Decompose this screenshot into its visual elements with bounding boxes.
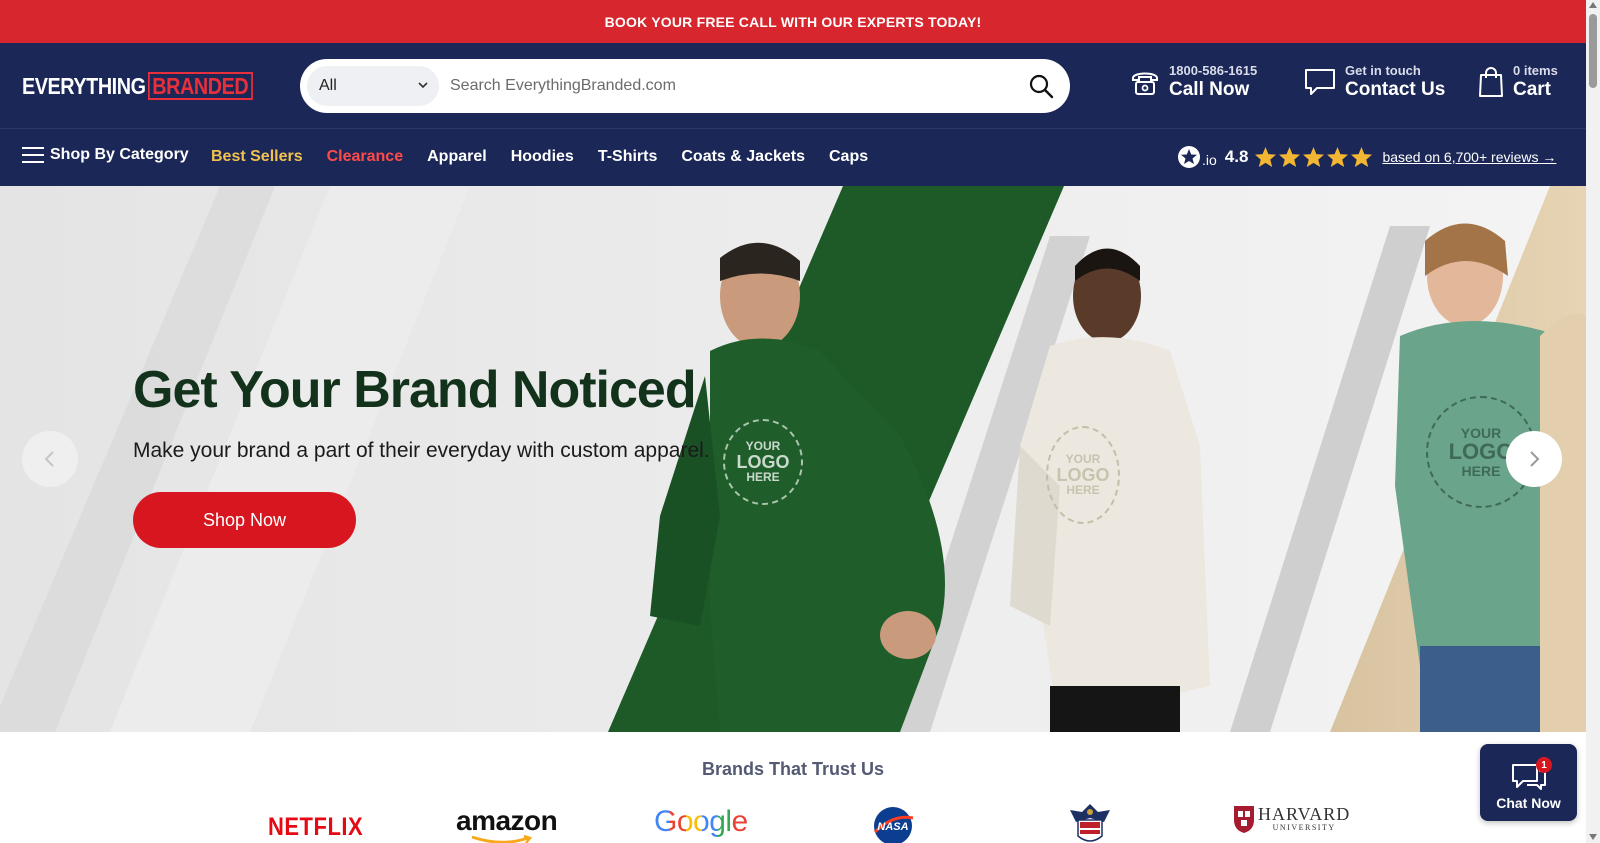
site-header: EVERYTHING BRANDED All 1800-586-1615 Cal… [0,43,1586,128]
call-now-link[interactable]: 1800-586-1615 Call Now [1129,63,1257,101]
google-wordmark: Google [654,805,748,838]
nav-links: Best Sellers Clearance Apparel Hoodies T… [211,148,892,166]
nav-link-coats-jackets[interactable]: Coats & Jackets [681,148,805,166]
rating-stars [1254,146,1374,168]
hamburger-menu-icon [22,147,44,163]
amazon-smile-icon [471,835,533,843]
chevron-down-icon [418,82,428,89]
logo-placeholder-line1: YOUR [745,438,781,453]
site-logo[interactable]: EVERYTHING BRANDED [22,71,269,101]
phone-icon [1132,72,1158,95]
chat-notification-badge: 1 [1536,757,1552,773]
harvard-shield-icon [1234,806,1254,833]
chat-now-label: Chat Now [1496,795,1561,811]
reviews-io-logo-icon [1178,146,1200,168]
reviews-link[interactable]: based on 6,700+ reviews → [1382,149,1556,165]
hero-title: Get Your Brand Noticed [133,361,697,419]
logo-placeholder-line3: HERE [1066,483,1100,498]
nav-link-caps[interactable]: Caps [829,148,868,166]
logo-placeholder-line1: YOUR [1460,424,1502,441]
scroll-up-arrow-icon[interactable] [1589,2,1597,8]
brand-logo-nasa: NASA [873,807,914,843]
shop-by-category-button[interactable]: Shop By Category [22,145,189,165]
announcement-bar[interactable]: BOOK YOUR FREE CALL WITH OUR EXPERTS TOD… [0,0,1586,43]
brands-section-title: Brands That Trust Us [701,759,885,779]
main-nav: Shop By Category Best Sellers Clearance … [0,128,1586,186]
nasa-wordmark: NASA [877,821,908,833]
scroll-down-arrow-icon[interactable] [1589,834,1597,840]
reviews-rating: .io 4.8 based on 6,700+ reviews → [1177,145,1556,169]
search-input[interactable] [450,71,990,101]
phone-number: 1800-586-1615 [1169,63,1258,78]
chevron-left-icon [44,451,54,467]
nav-link-best-sellers[interactable]: Best Sellers [211,148,303,166]
amazon-wordmark: amazon [456,805,558,836]
cart-count: 0 items [1513,63,1558,78]
cart-label: Cart [1513,79,1552,100]
logo-placeholder-line2: LOGO [1448,439,1514,465]
harvard-wordmark: HARVARD [1258,804,1351,824]
brand-logo-netflix: NETFLIX [268,812,364,841]
star-icon [1327,146,1349,168]
chat-bubble-icon [1305,69,1335,95]
harvard-subtitle: UNIVERSITY [1272,823,1336,832]
nav-link-t-shirts[interactable]: T-Shirts [598,148,658,166]
search-category-value: All [319,77,337,94]
contact-us-link[interactable]: Get in touch Contact Us [1303,63,1445,101]
logo-text-everything: EVERYTHING [22,72,146,99]
rating-score: 4.8 [1224,147,1249,166]
logo-placeholder-line3: HERE [746,470,780,485]
star-icon [1255,146,1277,168]
star-icon [1303,146,1325,168]
carousel-prev-button[interactable] [22,431,78,487]
reviews-io-suffix: .io [1202,152,1217,168]
chevron-right-icon [1530,451,1540,467]
logo-placeholder-line2: LOGO [1056,464,1110,485]
shop-by-category-label: Shop By Category [50,146,189,163]
shopping-bag-icon [1479,67,1503,97]
brand-logo-harvard: HARVARD UNIVERSITY [1258,805,1350,832]
search-category-select[interactable]: All [307,66,439,106]
hoodie-logo-placeholder-2: YOUR LOGO HERE [1046,426,1120,524]
cart-link[interactable]: 0 items Cart [1477,63,1558,101]
shop-now-button[interactable]: Shop Now [133,492,356,548]
hoodie-logo-placeholder-1: YOUR LOGO HERE [723,419,803,505]
chat-now-widget[interactable]: 1 Chat Now [1480,744,1577,821]
scrollbar-thumb[interactable] [1589,14,1597,88]
search-icon[interactable] [1028,73,1054,99]
nav-link-apparel[interactable]: Apparel [427,148,487,166]
brand-logo-amazon: amazon [456,805,558,843]
call-now-label: Call Now [1169,79,1250,100]
contact-us-label: Contact Us [1345,79,1446,100]
logo-text-branded: BRANDED [147,72,253,100]
page: BOOK YOUR FREE CALL WITH OUR EXPERTS TOD… [0,0,1600,843]
star-icon [1279,146,1301,168]
hero-banner: YOUR LOGO HERE YOUR LOGO HERE YOUR LOGO … [0,186,1586,732]
nav-link-clearance[interactable]: Clearance [327,148,404,166]
logo-placeholder-line3: HERE [1461,462,1501,479]
search-bar: All [300,59,1070,113]
brand-logo-google: Google [654,805,748,839]
page-scrollbar[interactable] [1586,0,1600,843]
logo-placeholder-line1: YOUR [1065,451,1101,466]
brand-logo-crest [1070,804,1110,842]
nav-link-hoodies[interactable]: Hoodies [511,148,574,166]
contact-small-label: Get in touch [1345,63,1421,78]
carousel-next-button[interactable] [1506,431,1562,487]
hero-subtitle: Make your brand a part of their everyday… [133,439,710,462]
announcement-text[interactable]: BOOK YOUR FREE CALL WITH OUR EXPERTS TOD… [605,14,982,30]
star-icon [1351,146,1373,168]
logo-placeholder-line2: LOGO [736,451,790,472]
